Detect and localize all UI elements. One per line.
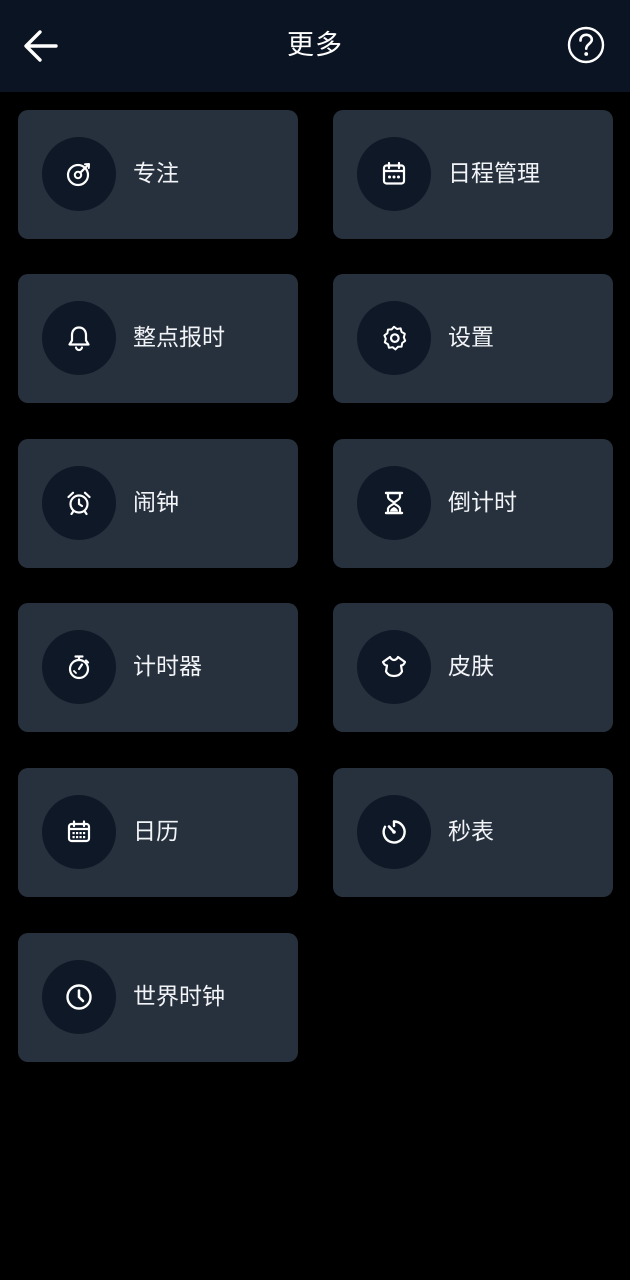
tile-icon-circle: [357, 795, 431, 869]
tile-label: 日历: [133, 819, 179, 845]
tile-world-clock[interactable]: 世界时钟: [18, 933, 298, 1062]
bell-icon: [68, 326, 90, 352]
tile-icon-circle: [42, 301, 116, 375]
tile-timer[interactable]: 计时器: [18, 603, 298, 732]
feature-grid: 专注 日程管理 整点报时 设置 闹钟 倒计时 计时器 皮肤 日历 秒表 世界时钟: [0, 0, 630, 1280]
tile-icon-circle: [357, 301, 431, 375]
tile-icon-circle: [357, 630, 431, 704]
tile-icon-circle: [357, 466, 431, 540]
tile-label: 设置: [448, 325, 494, 351]
tile-calendar[interactable]: 日历: [18, 768, 298, 897]
tile-label: 闹钟: [133, 490, 179, 516]
tile-icon-circle: [42, 795, 116, 869]
alarm-clock-icon: [67, 491, 91, 516]
tile-icon-circle: [42, 137, 116, 211]
shirt-icon: [381, 655, 407, 678]
timer-dial-icon: [382, 820, 406, 844]
tile-hourly-chime[interactable]: 整点报时: [18, 274, 298, 403]
gear-icon: [383, 325, 407, 351]
tile-stopwatch[interactable]: 秒表: [333, 768, 613, 897]
tile-label: 日程管理: [448, 161, 540, 187]
clock-icon: [66, 984, 92, 1010]
tile-label: 世界时钟: [133, 984, 225, 1010]
tile-label: 计时器: [133, 654, 202, 680]
focus-target-icon: [66, 163, 90, 187]
schedule-calendar-icon: [382, 161, 406, 185]
tile-icon-circle: [357, 137, 431, 211]
stopwatch-icon: [68, 655, 90, 680]
calendar-icon: [67, 820, 91, 843]
tile-skin[interactable]: 皮肤: [333, 603, 613, 732]
tile-label: 皮肤: [448, 654, 494, 680]
tile-label: 整点报时: [133, 325, 225, 351]
tile-label: 倒计时: [448, 490, 517, 516]
tile-icon-circle: [42, 630, 116, 704]
tile-countdown[interactable]: 倒计时: [333, 439, 613, 568]
tile-icon-circle: [42, 960, 116, 1034]
tile-settings[interactable]: 设置: [333, 274, 613, 403]
tile-focus[interactable]: 专注: [18, 110, 298, 239]
tile-label: 专注: [133, 161, 179, 187]
hourglass-icon: [384, 491, 404, 515]
tile-alarm[interactable]: 闹钟: [18, 439, 298, 568]
tile-label: 秒表: [448, 819, 494, 845]
tile-icon-circle: [42, 466, 116, 540]
tile-schedule[interactable]: 日程管理: [333, 110, 613, 239]
